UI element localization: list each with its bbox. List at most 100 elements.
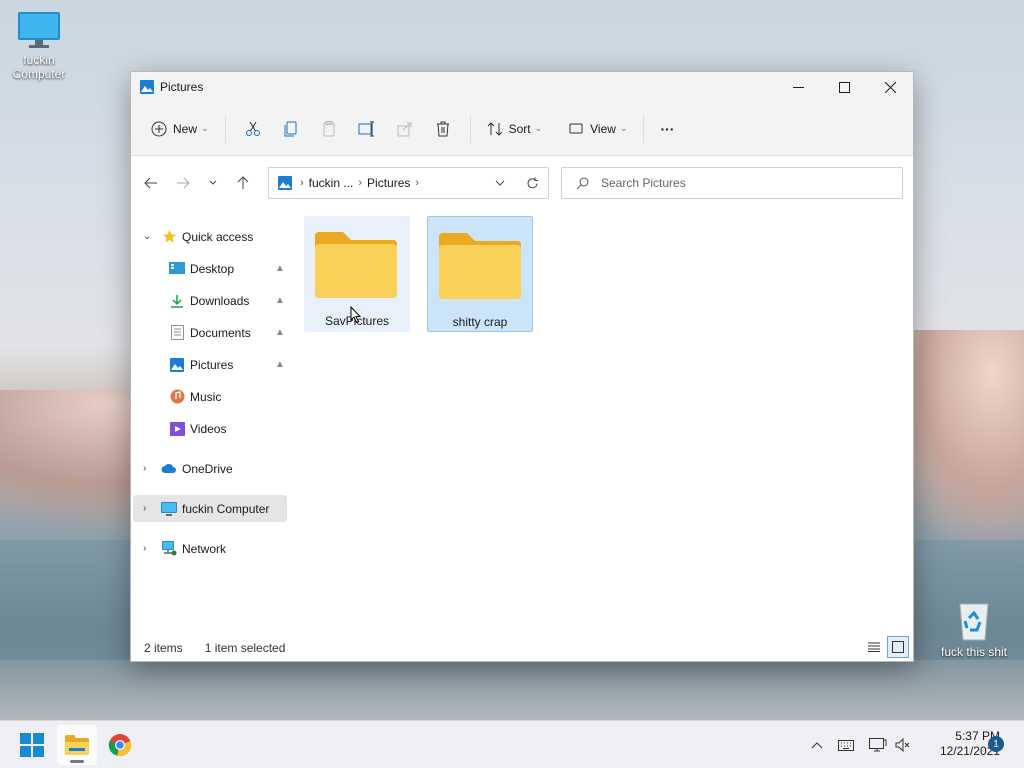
delete-button[interactable] bbox=[424, 113, 462, 145]
sidebar-item-desktop[interactable]: Desktop ▲ bbox=[133, 255, 288, 282]
start-button[interactable] bbox=[12, 725, 52, 765]
volume-button[interactable] bbox=[892, 738, 914, 752]
refresh-button[interactable] bbox=[516, 177, 548, 190]
selection-count: 1 item selected bbox=[204, 640, 286, 655]
more-options-button[interactable]: ··· bbox=[652, 113, 682, 145]
recent-locations-button[interactable] bbox=[199, 168, 227, 198]
folder-name: shitty crap bbox=[452, 315, 508, 329]
recycle-bin-icon bbox=[959, 603, 989, 641]
chevron-up-icon bbox=[811, 742, 823, 749]
collapsed-chevron-icon: › bbox=[143, 543, 147, 554]
sidebar-item-label: Network bbox=[182, 541, 227, 556]
file-list: SavPictures shitty crap bbox=[295, 210, 913, 635]
search-icon bbox=[576, 177, 589, 189]
pin-icon: ▲ bbox=[275, 263, 285, 274]
maximize-icon bbox=[838, 81, 850, 93]
breadcrumb-pictures[interactable]: Pictures bbox=[367, 176, 410, 190]
chevron-down-icon bbox=[495, 180, 505, 186]
plus-circle-icon bbox=[151, 121, 167, 136]
sidebar-item-label: Desktop bbox=[190, 261, 235, 276]
item-count: 2 items bbox=[144, 640, 183, 655]
folder-item[interactable]: shitty crap bbox=[427, 216, 533, 332]
sidebar-item-quick-access[interactable]: ⌄ Quick access bbox=[133, 223, 288, 250]
desktop-icon-label: fuck this shit bbox=[940, 645, 1008, 659]
network-status-button[interactable] bbox=[864, 737, 892, 753]
sidebar-item-documents[interactable]: Documents ▲ bbox=[133, 319, 288, 346]
paste-button[interactable] bbox=[310, 113, 348, 145]
cut-button[interactable] bbox=[234, 113, 272, 145]
pictures-icon bbox=[140, 80, 154, 94]
rename-icon bbox=[358, 121, 374, 136]
maximize-button[interactable] bbox=[821, 72, 867, 102]
minimize-button[interactable] bbox=[775, 72, 821, 102]
breadcrumb-computer[interactable]: fuckin ... bbox=[309, 176, 354, 190]
cloud-icon bbox=[161, 461, 177, 477]
sidebar-item-network[interactable]: › Network bbox=[133, 535, 288, 562]
music-icon bbox=[169, 389, 185, 405]
close-icon bbox=[884, 81, 896, 93]
sidebar-item-label: OneDrive bbox=[182, 461, 233, 476]
view-button[interactable]: View ⌄ bbox=[560, 113, 635, 145]
windows-logo-icon bbox=[20, 733, 44, 757]
window-title: Pictures bbox=[160, 80, 204, 94]
desktop-icon-label: fuckin Computer bbox=[12, 53, 66, 81]
arrow-right-icon bbox=[177, 177, 190, 189]
sidebar-item-computer[interactable]: › fuckin Computer bbox=[133, 495, 287, 522]
desktop-folder-icon bbox=[169, 261, 185, 277]
tiles-view-button[interactable] bbox=[887, 636, 909, 658]
address-bar[interactable]: › fuckin ... › Pictures › bbox=[268, 167, 549, 199]
taskbar-file-explorer[interactable] bbox=[57, 725, 97, 765]
taskbar: 5:37 PM 12/21/2021 bbox=[0, 720, 1024, 768]
show-hidden-icons-button[interactable] bbox=[806, 741, 828, 749]
navigation-pane: ⌄ Quick access Desktop ▲ Downloads ▲ Doc… bbox=[131, 210, 291, 630]
copy-button[interactable] bbox=[272, 113, 310, 145]
taskbar-chrome[interactable] bbox=[100, 725, 140, 765]
close-button[interactable] bbox=[867, 72, 913, 102]
status-bar: 2 items 1 item selected bbox=[131, 634, 913, 661]
file-explorer-window: Pictures New ⌄ Sort ⌄ View ⌄ ··· › fucki… bbox=[130, 71, 914, 662]
system-tray bbox=[806, 721, 914, 768]
sidebar-item-music[interactable]: Music bbox=[133, 383, 288, 410]
search-box[interactable]: Search Pictures bbox=[561, 167, 903, 199]
sidebar-item-label: Pictures bbox=[190, 357, 234, 372]
chevron-down-icon: ⌄ bbox=[534, 123, 543, 133]
pin-icon: ▲ bbox=[275, 359, 285, 370]
list-view-icon bbox=[868, 642, 880, 652]
scissors-icon bbox=[245, 121, 260, 136]
pictures-icon bbox=[169, 357, 185, 373]
share-button[interactable] bbox=[386, 113, 424, 145]
sidebar-item-pictures[interactable]: Pictures ▲ bbox=[133, 351, 288, 378]
back-button[interactable] bbox=[135, 168, 167, 198]
sidebar-item-videos[interactable]: Videos bbox=[133, 415, 288, 442]
collapsed-chevron-icon: › bbox=[143, 463, 147, 474]
folder-icon bbox=[315, 232, 397, 298]
toolbar-divider bbox=[643, 114, 645, 143]
forward-button[interactable] bbox=[167, 168, 199, 198]
new-button[interactable]: New ⌄ bbox=[143, 113, 217, 145]
keyboard-icon bbox=[838, 739, 854, 751]
sidebar-item-label: Quick access bbox=[182, 229, 254, 244]
volume-muted-icon bbox=[895, 738, 910, 752]
copy-icon bbox=[284, 121, 297, 136]
address-history-button[interactable] bbox=[484, 180, 516, 186]
sidebar-item-downloads[interactable]: Downloads ▲ bbox=[133, 287, 288, 314]
rename-button[interactable] bbox=[348, 113, 386, 145]
notification-badge[interactable]: 1 bbox=[988, 736, 1004, 752]
video-icon bbox=[169, 421, 185, 437]
share-icon bbox=[397, 122, 412, 136]
details-view-button[interactable] bbox=[863, 636, 885, 658]
network-status-icon bbox=[869, 737, 887, 751]
sidebar-item-label: fuckin Computer bbox=[182, 501, 270, 516]
desktop-icon-computer[interactable]: fuckin Computer bbox=[3, 10, 75, 81]
up-button[interactable] bbox=[227, 168, 259, 198]
chevron-down-icon: ⌄ bbox=[619, 123, 628, 133]
desktop-icon-recycle-bin[interactable]: fuck this shit bbox=[938, 598, 1010, 659]
sidebar-item-onedrive[interactable]: › OneDrive bbox=[133, 455, 288, 482]
title-bar[interactable]: Pictures bbox=[131, 72, 913, 102]
sort-button[interactable]: Sort ⌄ bbox=[479, 113, 551, 145]
breadcrumb-chevron-icon: › bbox=[300, 177, 304, 189]
running-indicator bbox=[70, 760, 84, 763]
sidebar-item-label: Downloads bbox=[190, 293, 250, 308]
keyboard-button[interactable] bbox=[828, 739, 864, 751]
breadcrumb-chevron-icon: › bbox=[358, 177, 363, 189]
